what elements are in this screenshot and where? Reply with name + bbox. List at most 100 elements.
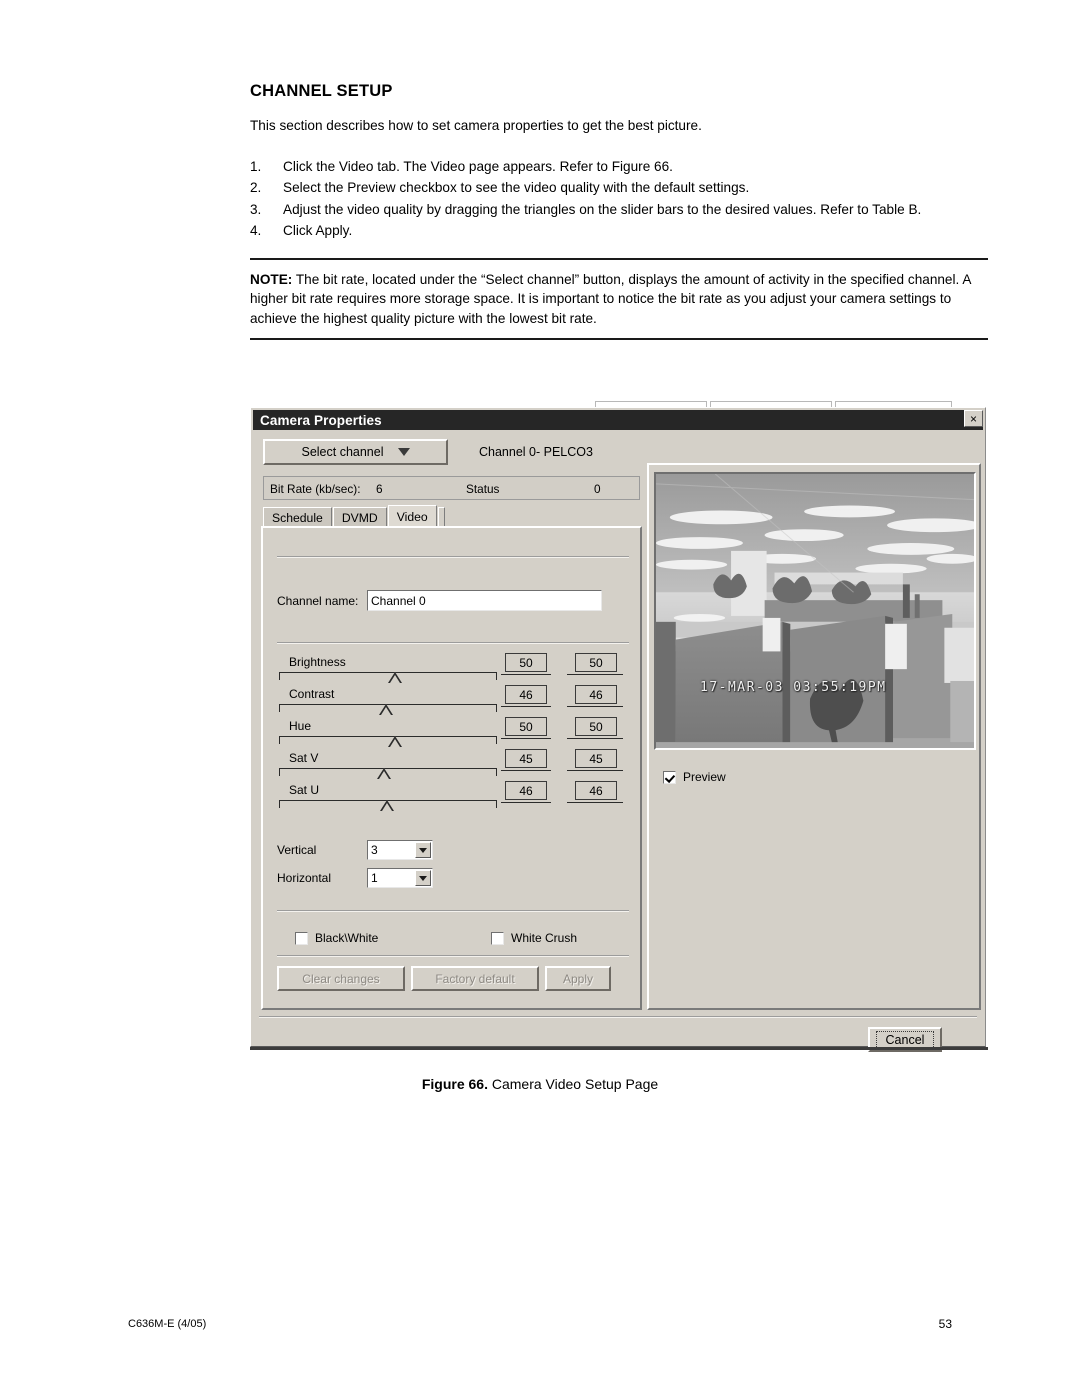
value-underbar <box>501 737 551 739</box>
value-underbar <box>567 801 623 803</box>
list-item: 1. Click the Video tab. The Video page a… <box>250 157 990 177</box>
slider-value-box-secondary[interactable]: 50 <box>575 717 617 736</box>
slider-thumb[interactable] <box>379 704 393 715</box>
horizontal-select-value: 1 <box>371 871 378 885</box>
footer-page-number: 53 <box>938 1317 952 1331</box>
footer-document-code: C636M-E (4/05) <box>128 1318 207 1330</box>
dialog-title: Camera Properties <box>260 412 382 428</box>
slider-value-box[interactable]: 45 <box>505 749 547 768</box>
whitecrush-checkbox[interactable] <box>491 931 504 945</box>
whitecrush-checkbox-row[interactable]: White Crush <box>491 931 577 945</box>
horizontal-label: Horizontal <box>277 871 332 885</box>
value-underbar <box>567 737 623 739</box>
channel-name-row: Channel name: Channel 0 <box>277 590 602 611</box>
select-channel-button[interactable]: Select channel <box>263 439 448 465</box>
vertical-select[interactable]: 3 <box>367 840 433 860</box>
factory-default-button[interactable]: Factory default <box>411 966 539 991</box>
tab-strip: Schedule DVMD Video <box>263 505 445 527</box>
dialog-bottom-divider <box>259 1016 977 1018</box>
preview-checkbox[interactable] <box>663 770 676 784</box>
note-bottom-rule <box>250 337 988 340</box>
slider-value-box-secondary[interactable]: 45 <box>575 749 617 768</box>
status-label: Status <box>466 482 500 496</box>
slider-hue: Hue 50 50 <box>277 717 629 752</box>
cancel-button-label: Cancel <box>875 1030 935 1049</box>
value-underbar <box>567 673 623 675</box>
slider-sat-v: Sat V 45 45 <box>277 749 629 784</box>
tab-schedule[interactable]: Schedule <box>263 507 332 527</box>
slider-value-box-secondary[interactable]: 46 <box>575 685 617 704</box>
blackwhite-checkbox[interactable] <box>295 931 308 945</box>
horizontal-row: Horizontal 1 <box>277 868 433 888</box>
divider-checkboxes <box>277 910 629 912</box>
value-underbar <box>567 769 623 771</box>
slider-label: Hue <box>289 719 312 733</box>
note-label: NOTE: <box>250 272 293 287</box>
slider-value-box[interactable]: 50 <box>505 717 547 736</box>
divider-top <box>277 556 629 558</box>
slider-label: Contrast <box>289 687 335 701</box>
intro-paragraph: This section describes how to set camera… <box>250 118 702 133</box>
slider-value-box-secondary[interactable]: 46 <box>575 781 617 800</box>
note-body-text: The bit rate, located under the “Select … <box>250 272 971 326</box>
preview-label: Preview <box>683 770 726 784</box>
vertical-row: Vertical 3 <box>277 840 433 860</box>
note-text: NOTE: The bit rate, located under the “S… <box>250 260 988 338</box>
page-title: CHANNEL SETUP <box>250 82 393 100</box>
value-underbar <box>501 801 551 803</box>
video-timestamp-overlay: 17-MAR-03 03:55:19PM <box>700 680 887 695</box>
clear-changes-button[interactable]: Clear changes <box>277 966 405 991</box>
figure-caption: Figure 66. Camera Video Setup Page <box>0 1076 1080 1092</box>
bitrate-label: Bit Rate (kb/sec): <box>270 482 361 496</box>
dialog-titlebar[interactable]: Camera Properties <box>253 410 983 430</box>
video-preview-image: 17-MAR-03 03:55:19PM <box>654 472 976 750</box>
slider-value-box[interactable]: 46 <box>505 781 547 800</box>
step-text: Click the Video tab. The Video page appe… <box>283 159 673 175</box>
list-item: 3. Adjust the video quality by dragging … <box>250 200 990 220</box>
camera-properties-dialog: Camera Properties × Select channel Chann… <box>250 407 986 1052</box>
slider-value-box[interactable]: 46 <box>505 685 547 704</box>
chevron-down-icon <box>397 448 410 456</box>
screenshot-bottom-edge <box>250 1047 988 1050</box>
slider-thumb[interactable] <box>377 768 391 779</box>
figure-caption-text: Camera Video Setup Page <box>491 1076 659 1092</box>
blackwhite-label: Black\White <box>315 931 379 945</box>
slider-sat-u: Sat U 46 46 <box>277 781 629 816</box>
whitecrush-label: White Crush <box>511 931 578 945</box>
channel-info-label: Channel 0- PELCO3 <box>479 445 593 459</box>
bitrate-value: 6 <box>376 482 383 496</box>
preview-checkbox-row[interactable]: Preview <box>663 770 726 784</box>
slider-value-box-secondary[interactable]: 50 <box>575 653 617 672</box>
horizontal-select[interactable]: 1 <box>367 868 433 888</box>
slider-thumb[interactable] <box>388 736 402 747</box>
tab-video[interactable]: Video <box>387 505 437 527</box>
slider-brightness: Brightness 50 50 <box>277 653 629 688</box>
apply-button[interactable]: Apply <box>545 966 611 991</box>
slider-value-box[interactable]: 50 <box>505 653 547 672</box>
video-settings-panel: Channel name: Channel 0 Brightness 50 50… <box>261 526 642 1010</box>
step-list: 1. Click the Video tab. The Video page a… <box>250 157 990 240</box>
slider-label: Sat V <box>289 751 319 765</box>
step-number: 2. <box>250 180 262 196</box>
step-text: Select the Preview checkbox to see the v… <box>283 180 750 196</box>
value-underbar <box>501 705 551 707</box>
chevron-down-icon[interactable] <box>415 870 431 886</box>
figure-caption-label: Figure 66. <box>421 1076 488 1092</box>
select-channel-label: Select channel <box>301 445 384 459</box>
slider-thumb[interactable] <box>388 672 402 683</box>
channel-name-input[interactable]: Channel 0 <box>367 590 602 611</box>
slider-contrast: Contrast 46 46 <box>277 685 629 720</box>
office-scene-graphic <box>656 474 974 748</box>
slider-label: Sat U <box>289 783 320 797</box>
value-underbar <box>501 769 551 771</box>
close-icon[interactable]: × <box>964 410 983 427</box>
step-number: 3. <box>250 201 262 217</box>
blackwhite-checkbox-row[interactable]: Black\White <box>295 931 378 945</box>
list-item: 4. Click Apply. <box>250 221 990 241</box>
chevron-down-icon[interactable] <box>415 842 431 858</box>
document-body: CHANNEL SETUP This section describes how… <box>250 82 990 242</box>
slider-thumb[interactable] <box>380 800 394 811</box>
tab-dvmd[interactable]: DVMD <box>332 507 387 527</box>
step-number: 1. <box>250 159 262 175</box>
slider-label: Brightness <box>289 655 346 669</box>
